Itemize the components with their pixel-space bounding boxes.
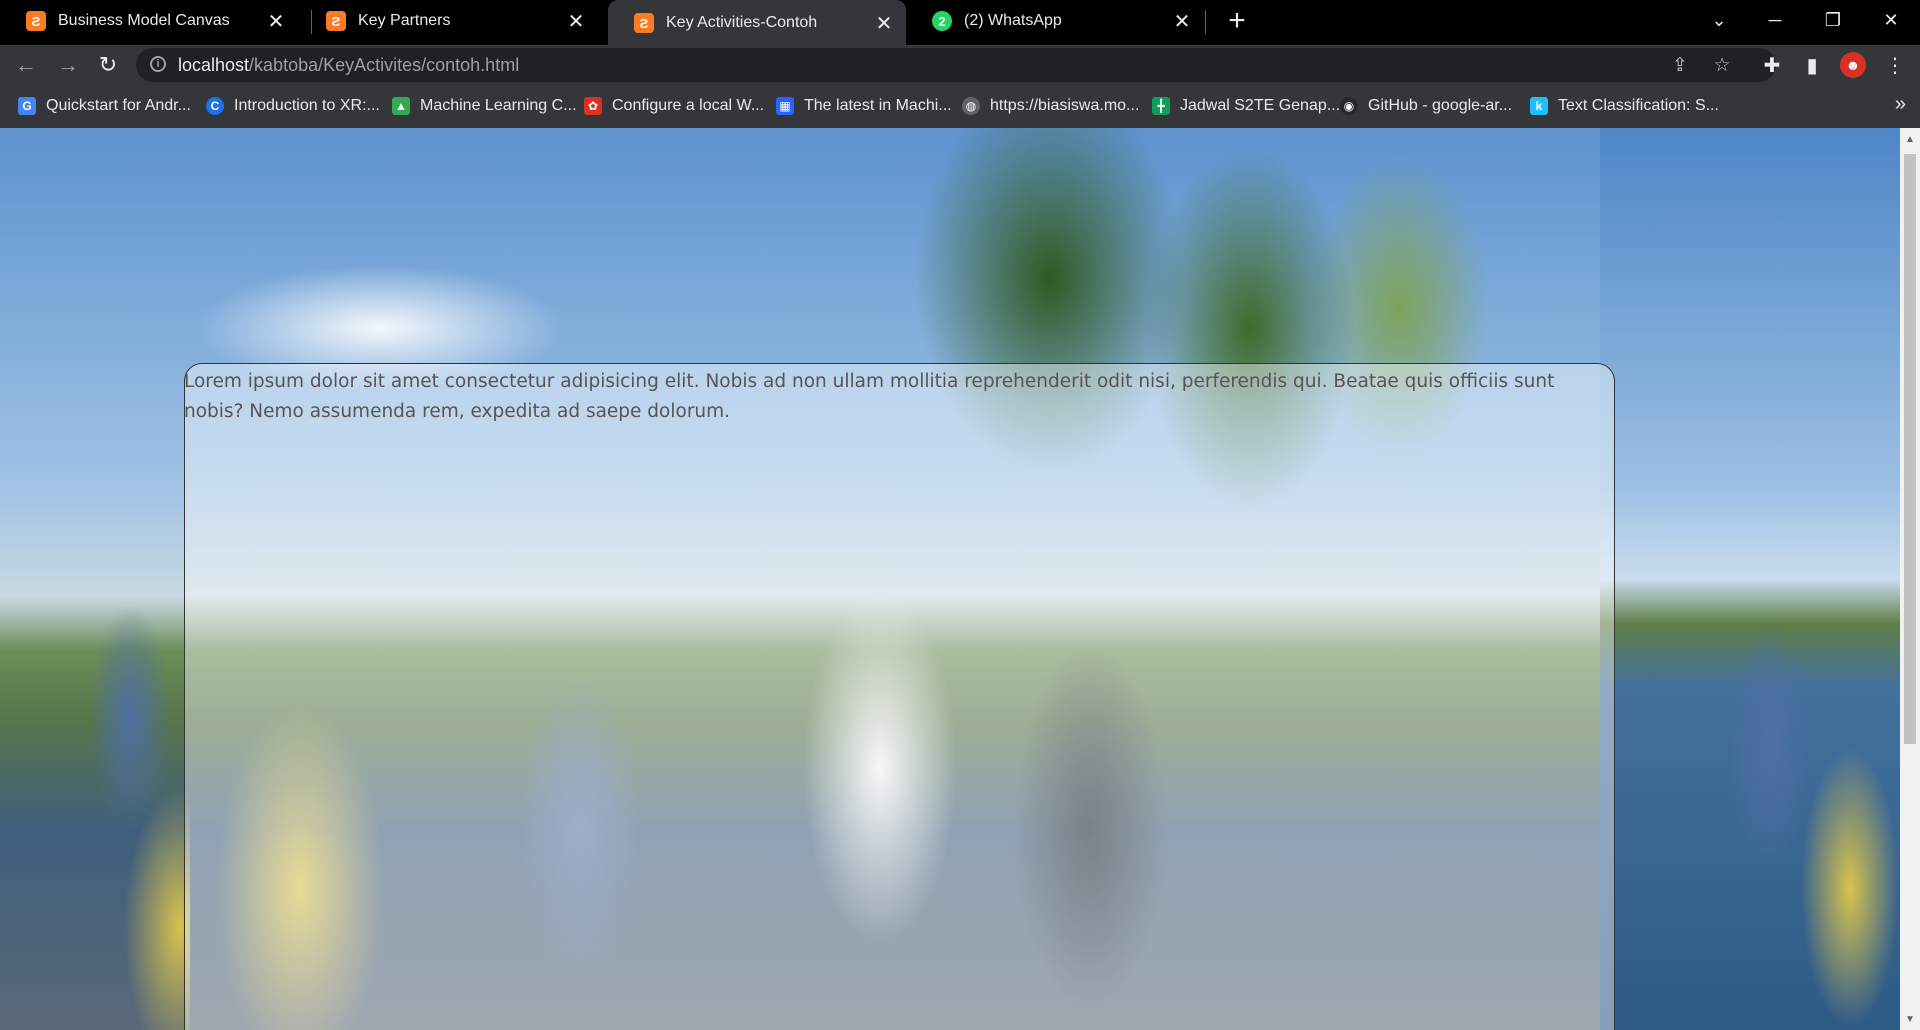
bookmarks-bar: G Quickstart for Andr... C Introduction … xyxy=(0,85,1920,128)
bookmark-label: The latest in Machi... xyxy=(804,97,952,114)
tab-whatsapp[interactable]: 2 (2) WhatsApp ✕ xyxy=(906,0,1204,42)
close-icon[interactable]: ✕ xyxy=(266,9,286,34)
tab-business-model-canvas[interactable]: Ƨ Business Model Canvas ✕ xyxy=(0,0,298,42)
minimize-button[interactable]: ─ xyxy=(1748,0,1802,40)
share-icon[interactable]: ⇪ xyxy=(1668,54,1692,78)
paperswithcode-icon: ▦ xyxy=(776,97,794,115)
bookmark-item[interactable]: ◍ https://biasiswa.mo... xyxy=(962,95,1139,117)
google-sheets-icon: ╋ xyxy=(1152,97,1170,115)
tab-strip: Ƨ Business Model Canvas ✕ Ƨ Key Partners… xyxy=(0,0,1920,46)
close-icon[interactable]: ✕ xyxy=(566,9,586,34)
menu-icon[interactable]: ⋮ xyxy=(1880,50,1910,80)
url-host: localhost xyxy=(178,54,250,75)
google-drive-icon: ▲ xyxy=(392,97,410,115)
page-viewport: Lorem ipsum dolor sit amet consectetur a… xyxy=(0,128,1900,1030)
tab-key-partners[interactable]: Ƨ Key Partners ✕ xyxy=(300,0,598,42)
content-card xyxy=(184,363,1615,1030)
bookmark-label: Introduction to XR:... xyxy=(234,97,380,114)
bookmark-item[interactable]: k Text Classification: S... xyxy=(1530,95,1719,117)
url-path: /kabtoba/KeyActivites/contoh.html xyxy=(249,54,520,75)
bookmark-item[interactable]: C Introduction to XR:... xyxy=(206,95,380,117)
browser-toolbar: ← → ↻ i localhost/kabtoba/KeyActivites/c… xyxy=(0,45,1920,85)
xampp-icon: Ƨ xyxy=(326,11,346,31)
xampp-icon: Ƨ xyxy=(26,11,46,31)
bookmark-label: Text Classification: S... xyxy=(1558,97,1719,114)
globe-icon: ◍ xyxy=(962,97,980,115)
bookmark-label: Quickstart for Andr... xyxy=(46,97,191,114)
new-tab-button[interactable]: + xyxy=(1220,6,1254,38)
bookmark-star-icon[interactable]: ☆ xyxy=(1710,54,1734,78)
red-logo-icon: ✿ xyxy=(584,97,602,115)
bookmark-label: Configure a local W... xyxy=(612,97,765,114)
bookmark-label: Jadwal S2TE Genap... xyxy=(1180,97,1341,114)
tab-title: (2) WhatsApp xyxy=(964,12,1062,29)
tab-title: Business Model Canvas xyxy=(58,12,230,29)
profile-avatar[interactable]: ☻ xyxy=(1840,52,1866,78)
whatsapp-icon: 2 xyxy=(932,11,952,31)
background-photo-repeat xyxy=(1600,128,1900,1030)
bookmark-item[interactable]: ◉ GitHub - google-ar... xyxy=(1340,95,1512,117)
tab-divider xyxy=(1205,10,1206,34)
forward-button[interactable]: → xyxy=(52,49,84,81)
bookmark-item[interactable]: ▲ Machine Learning C... xyxy=(392,95,577,117)
window-close-button[interactable]: ✕ xyxy=(1864,0,1918,40)
address-bar[interactable]: i localhost/kabtoba/KeyActivites/contoh.… xyxy=(136,48,1776,82)
bookmarks-overflow-icon[interactable]: » xyxy=(1895,93,1906,116)
coursera-icon: C xyxy=(206,97,224,115)
scroll-down-arrow[interactable]: ▼ xyxy=(1900,1012,1920,1028)
background-photo-edge xyxy=(0,568,190,1030)
google-dev-icon: G xyxy=(18,97,36,115)
bookmark-item[interactable]: G Quickstart for Andr... xyxy=(18,95,191,117)
reload-button[interactable]: ↻ xyxy=(92,49,124,81)
back-button[interactable]: ← xyxy=(10,49,42,81)
xampp-icon: Ƨ xyxy=(634,13,654,33)
bookmark-label: Machine Learning C... xyxy=(420,97,577,114)
bookmark-item[interactable]: ▦ The latest in Machi... xyxy=(776,95,952,117)
bookmark-label: GitHub - google-ar... xyxy=(1368,97,1513,114)
tab-key-activities-contoh[interactable]: Ƨ Key Activities-Contoh ✕ xyxy=(608,0,906,46)
extensions-icon[interactable]: ✚ xyxy=(1757,50,1787,80)
content-paragraph: Lorem ipsum dolor sit amet consectetur a… xyxy=(184,371,1555,422)
tab-title: Key Activities-Contoh xyxy=(666,14,818,31)
tab-search-icon[interactable]: ⌄ xyxy=(1692,0,1746,40)
scroll-thumb[interactable] xyxy=(1904,154,1916,744)
bookmark-item[interactable]: ╋ Jadwal S2TE Genap... xyxy=(1152,95,1340,117)
bookmark-label: https://biasiswa.mo... xyxy=(990,97,1140,114)
kaggle-icon: k xyxy=(1530,97,1548,115)
restore-button[interactable]: ❐ xyxy=(1806,0,1860,40)
bookmark-item[interactable]: ✿ Configure a local W... xyxy=(584,95,764,117)
tab-title: Key Partners xyxy=(358,12,451,29)
side-panel-icon[interactable]: ▮ xyxy=(1797,50,1827,80)
page-scrollbar[interactable]: ▲ ▼ xyxy=(1900,128,1920,1030)
scroll-up-arrow[interactable]: ▲ xyxy=(1900,132,1920,148)
github-icon: ◉ xyxy=(1340,97,1358,115)
close-icon[interactable]: ✕ xyxy=(1172,9,1192,34)
site-info-icon[interactable]: i xyxy=(150,56,166,72)
close-icon[interactable]: ✕ xyxy=(874,11,894,36)
